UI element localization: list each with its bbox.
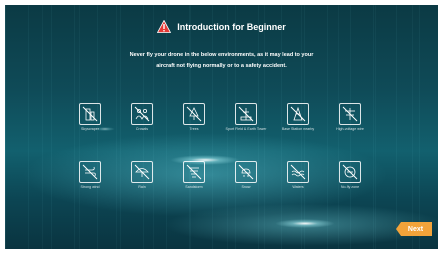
environment-label: Rain [138,185,146,189]
skyscraper-no-fly-icon [79,103,101,125]
environment-item: Rain [117,161,167,189]
environment-item: No-fly zone [325,161,375,189]
warning-message-line: aircraft not flying normally or to a saf… [156,63,287,69]
environment-label: Skyscraper [81,127,99,131]
environment-label: Snow [241,185,251,189]
environment-item: High-voltage wire [325,103,375,131]
light-flare [275,219,335,228]
strong-wind-no-fly-icon [79,161,101,183]
environment-item: Sandstorm [169,161,219,189]
environment-item: Crowds [117,103,167,131]
environment-item: Sport Fleid & Earth Tower [221,103,271,131]
waters-no-fly-icon [287,161,309,183]
environment-label: Trees [189,127,199,131]
environment-label: Strong wind [80,185,100,189]
environment-grid: Skyscraper Crowds Trees Sport Fleid & Ea… [65,103,385,203]
no-fly-zone-icon [339,161,361,183]
snow-no-fly-icon [235,161,257,183]
environment-item: Strong wind [65,161,115,189]
environment-item: Base Station nearby [273,103,323,131]
environment-item: Skyscraper [65,103,115,131]
environment-label: No-fly zone [340,185,360,189]
sandstorm-no-fly-icon [183,161,205,183]
environment-label: High-voltage wire [336,127,364,131]
environment-label: Sandstorm [185,185,203,189]
sport-field-no-fly-icon [235,103,257,125]
title-row: Introduction for Beginner [5,20,438,33]
warning-message: Never fly your drone in the below enviro… [55,50,388,72]
rain-no-fly-icon [131,161,153,183]
environment-item: Trees [169,103,219,131]
high-voltage-no-fly-icon [339,103,361,125]
environment-item: Waters [273,161,323,189]
base-station-no-fly-icon [287,103,309,125]
next-button[interactable]: Next [396,222,432,236]
warning-message-line: Never fly your drone in the below enviro… [129,52,314,58]
environment-label: Crowds [135,127,149,131]
intro-screen: Introduction for Beginner Never fly your… [5,5,438,249]
environment-label: Sport Fleid & Earth Tower [225,127,267,131]
warning-triangle-icon [157,20,172,33]
crowds-no-fly-icon [131,103,153,125]
environment-label: Waters [292,185,304,189]
page-title: Introduction for Beginner [177,21,286,32]
environment-item: Snow [221,161,271,189]
environment-label: Base Station nearby [281,127,315,131]
trees-no-fly-icon [183,103,205,125]
